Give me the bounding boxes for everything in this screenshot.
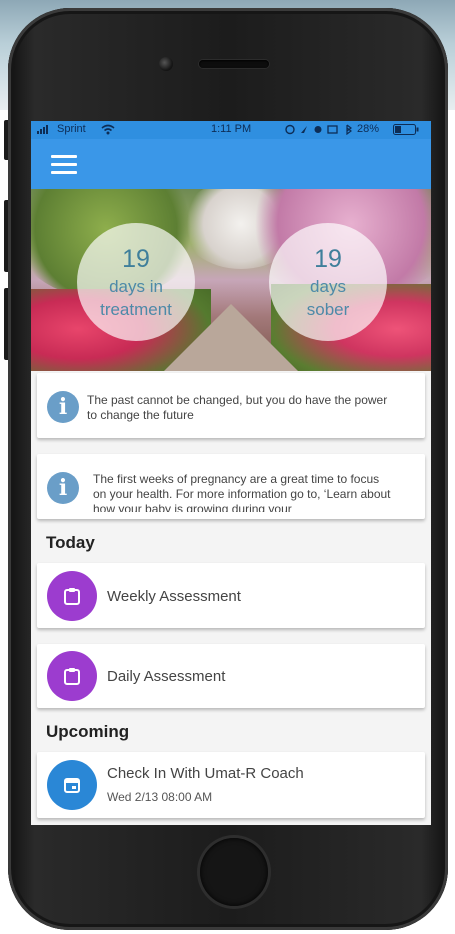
tip-card-1[interactable]: i The past cannot be changed, but you do… (37, 373, 425, 438)
battery-icon (393, 124, 419, 138)
sober-label-line1: days (310, 277, 346, 296)
app-bar (31, 139, 431, 189)
status-indicator-icons (285, 124, 355, 138)
calendar-icon (47, 760, 97, 810)
phone-screen: Sprint 1:11 PM 28% 19 days in treatment … (31, 121, 431, 825)
front-camera (159, 57, 173, 71)
battery-percent: 28% (357, 123, 380, 135)
treatment-days-count: 19 (122, 245, 150, 273)
clipboard-icon (47, 651, 97, 701)
treatment-label-line2: treatment (100, 300, 172, 319)
sober-label-line2: sober (306, 300, 350, 319)
treatment-label-line1: days in (109, 277, 163, 296)
weekly-assessment-label: Weekly Assessment (107, 588, 241, 605)
days-in-treatment-badge: 19 days in treatment (77, 223, 195, 341)
signal-icon (37, 125, 53, 137)
tip-text: The past cannot be changed, but you do h… (87, 393, 388, 422)
event-datetime: Wed 2/13 08:00 AM (107, 790, 213, 804)
days-sober-badge: 19 days sober (269, 223, 387, 341)
sober-days-count: 19 (314, 245, 342, 273)
hero-banner: 19 days in treatment 19 days sober (31, 189, 431, 371)
hamburger-menu-icon[interactable] (51, 155, 77, 175)
coach-checkin-item[interactable]: Check In With Umat-R Coach Wed 2/13 08:0… (37, 752, 425, 818)
home-button[interactable] (200, 838, 268, 906)
status-bar: Sprint 1:11 PM 28% (31, 121, 431, 139)
info-icon: i (47, 391, 79, 423)
earpiece-speaker (199, 60, 269, 68)
today-heading: Today (46, 533, 95, 552)
event-title: Check In With Umat-R Coach (107, 765, 304, 782)
info-icon: i (47, 472, 79, 504)
clipboard-icon (47, 571, 97, 621)
weekly-assessment-item[interactable]: Weekly Assessment (37, 563, 425, 628)
daily-assessment-item[interactable]: Daily Assessment (37, 644, 425, 708)
tip-card-2[interactable]: i The first weeks of pregnancy are a gre… (37, 454, 425, 519)
daily-assessment-label: Daily Assessment (107, 668, 226, 685)
carrier-name: Sprint (57, 123, 86, 135)
upcoming-heading: Upcoming (46, 722, 130, 741)
clock-time: 1:11 PM (211, 123, 252, 135)
tip-text: The first weeks of pregnancy are a great… (93, 472, 391, 512)
wifi-icon (101, 124, 115, 138)
